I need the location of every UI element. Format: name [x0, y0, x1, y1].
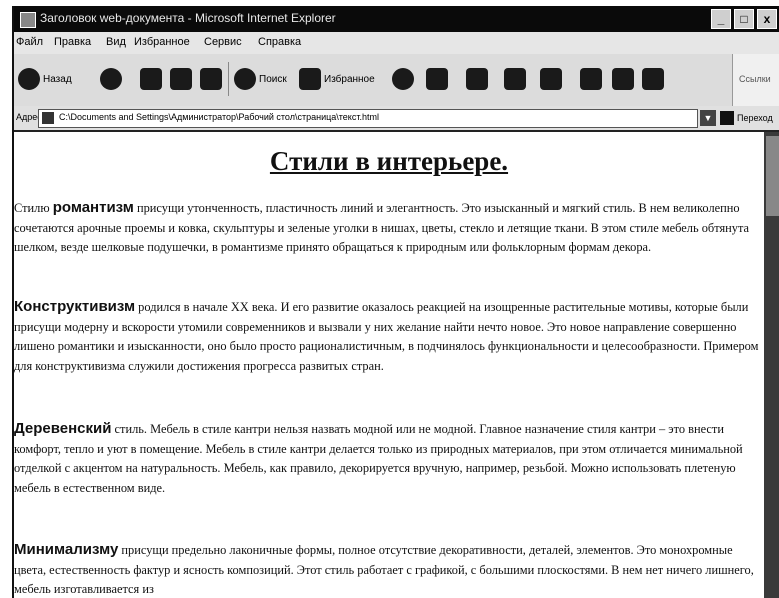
print-button[interactable]: [466, 64, 488, 94]
vertical-scrollbar[interactable]: [764, 132, 779, 598]
title-bar: Заголовок web-документа - Microsoft Inte…: [14, 6, 779, 32]
messenger-icon: [580, 68, 602, 90]
menu-view[interactable]: Вид: [106, 36, 126, 48]
ie-logo-icon: [20, 12, 36, 28]
window-title: Заголовок web-документа - Microsoft Inte…: [40, 11, 336, 25]
address-input[interactable]: C:\Documents and Settings\Администратор\…: [38, 109, 698, 128]
research-icon: [612, 68, 634, 90]
paragraph-text: присущи предельно лаконичные формы, полн…: [14, 543, 754, 596]
paragraph-minimalism: Минимализму присущи предельно лаконичные…: [14, 540, 762, 598]
go-button[interactable]: Переход: [720, 110, 779, 126]
home-button[interactable]: [200, 64, 222, 94]
mail-icon: [426, 68, 448, 90]
page-content: Стили в интерьере. Стилю романтизм прису…: [14, 132, 764, 598]
print-icon: [466, 68, 488, 90]
style-term: Деревенский: [14, 420, 112, 437]
toolbar: Назад Поиск Избранное Ссылки: [14, 54, 779, 107]
page-icon: [42, 112, 54, 124]
discuss-button[interactable]: [540, 64, 562, 94]
back-label: Назад: [43, 73, 72, 85]
scrollbar-thumb[interactable]: [766, 136, 779, 216]
stop-button[interactable]: [140, 64, 162, 94]
forward-arrow-icon: [100, 68, 122, 90]
favorites-label: Избранное: [324, 73, 375, 85]
close-button[interactable]: x: [757, 9, 777, 29]
forward-button[interactable]: [100, 64, 122, 94]
paragraph-country: Деревенский стиль. Мебель в стиле кантри…: [14, 419, 762, 498]
favorites-button[interactable]: Избранное: [299, 64, 375, 94]
style-term: романтизм: [52, 199, 134, 216]
menu-tools[interactable]: Сервис: [204, 36, 242, 48]
menu-file[interactable]: Файл: [16, 36, 43, 48]
search-label: Поиск: [259, 73, 287, 85]
home-icon: [200, 68, 222, 90]
go-arrow-icon: [720, 111, 734, 125]
star-icon: [299, 68, 321, 90]
discuss-icon: [540, 68, 562, 90]
refresh-icon: [170, 68, 192, 90]
menu-help[interactable]: Справка: [258, 36, 301, 48]
search-button[interactable]: Поиск: [234, 64, 287, 94]
back-button[interactable]: Назад: [18, 64, 72, 94]
go-label: Переход: [737, 113, 773, 123]
style-term: Минимализму: [14, 541, 119, 558]
back-arrow-icon: [18, 68, 40, 90]
media-button[interactable]: [642, 64, 664, 94]
toolbar-separator: [228, 62, 229, 96]
media-icon: [642, 68, 664, 90]
edit-icon: [504, 68, 526, 90]
menu-edit[interactable]: Правка: [54, 36, 91, 48]
research-button[interactable]: [612, 64, 634, 94]
address-bar: Адрес C:\Documents and Settings\Админист…: [14, 106, 779, 132]
address-value: C:\Documents and Settings\Администратор\…: [59, 112, 379, 122]
edit-button[interactable]: [504, 64, 526, 94]
address-dropdown-button[interactable]: ▼: [700, 110, 716, 126]
history-icon: [392, 68, 414, 90]
refresh-button[interactable]: [170, 64, 192, 94]
menu-bar: Файл Правка Вид Избранное Сервис Справка: [14, 32, 779, 55]
paragraph-constructivism: Конструктивизм родился в начале XX века.…: [14, 297, 762, 376]
search-icon: [234, 68, 256, 90]
page-heading: Стили в интерьере.: [269, 146, 509, 176]
maximize-button[interactable]: □: [734, 9, 754, 29]
links-panel[interactable]: Ссылки: [732, 54, 779, 106]
minimize-button[interactable]: _: [711, 9, 731, 29]
links-label: Ссылки: [739, 74, 771, 84]
paragraph-lead: Стилю: [14, 201, 53, 215]
mail-button[interactable]: [426, 64, 448, 94]
menu-favorites[interactable]: Избранное: [134, 36, 190, 48]
style-term: Конструктивизм: [14, 298, 136, 315]
stop-icon: [140, 68, 162, 90]
history-button[interactable]: [392, 64, 414, 94]
window-controls: _ □ x: [711, 9, 777, 29]
messenger-button[interactable]: [580, 64, 602, 94]
browser-window: Заголовок web-документа - Microsoft Inte…: [12, 6, 779, 598]
paragraph-romanticism: Стилю романтизм присущи утонченность, пл…: [14, 198, 762, 258]
paragraph-text: стиль. Мебель в стиле кантри нельзя назв…: [14, 422, 743, 495]
